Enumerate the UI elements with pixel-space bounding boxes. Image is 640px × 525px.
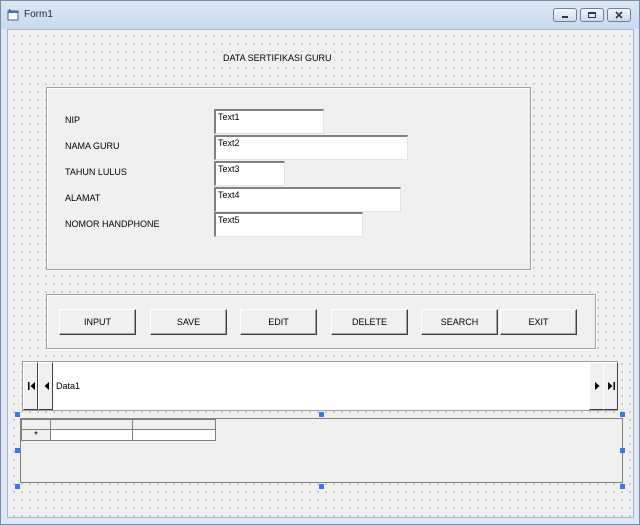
move-first-icon: [28, 382, 35, 390]
move-last-icon: [608, 382, 615, 390]
input-button[interactable]: INPUT: [59, 309, 136, 335]
label-nama-guru: NAMA GURU: [65, 141, 120, 151]
search-button[interactable]: SEARCH: [421, 309, 498, 335]
minimize-button[interactable]: [553, 8, 577, 22]
window-title: Form1: [24, 9, 53, 20]
close-button[interactable]: [607, 8, 631, 22]
form-design-surface: DATA SERTIFIKASI GURU NIP NAMA GURU TAHU…: [7, 29, 634, 518]
resize-handle[interactable]: [620, 484, 625, 489]
nama-guru-field[interactable]: Text2: [214, 135, 408, 160]
resize-handle[interactable]: [319, 412, 324, 417]
move-first-button[interactable]: [23, 362, 38, 410]
exit-button[interactable]: EXIT: [500, 309, 577, 335]
resize-handle[interactable]: [620, 448, 625, 453]
alamat-field[interactable]: Text4: [214, 187, 401, 212]
data-control: Data1: [22, 361, 618, 411]
close-icon: [615, 11, 623, 19]
label-nip: NIP: [65, 115, 81, 125]
form-window: Form1 DATA SERTIFIKASI GURU NIP NAMA GUR…: [0, 0, 640, 525]
save-button[interactable]: SAVE: [150, 309, 227, 335]
edit-button[interactable]: EDIT: [240, 309, 317, 335]
resize-handle[interactable]: [15, 412, 20, 417]
nomor-handphone-field[interactable]: Text5: [214, 212, 363, 237]
delete-button[interactable]: DELETE: [331, 309, 408, 335]
label-alamat: ALAMAT: [65, 193, 101, 203]
resize-handle[interactable]: [15, 448, 20, 453]
grid-cell[interactable]: [50, 429, 133, 441]
tahun-lulus-field[interactable]: Text3: [214, 161, 285, 186]
maximize-icon: [588, 12, 596, 18]
move-last-button[interactable]: [603, 362, 618, 410]
data-grid[interactable]: *: [20, 418, 623, 483]
move-next-button[interactable]: [589, 362, 604, 410]
new-row-marker: *: [21, 429, 51, 441]
label-nomor-handphone: NOMOR HANDPHONE: [65, 219, 160, 229]
resize-handle[interactable]: [319, 484, 324, 489]
form-app-icon: [7, 9, 19, 21]
move-previous-icon: [44, 382, 49, 390]
grid-cell[interactable]: [132, 429, 216, 441]
nip-field[interactable]: Text1: [214, 109, 324, 134]
move-previous-button[interactable]: [38, 362, 53, 410]
maximize-button[interactable]: [580, 8, 604, 22]
title-bar[interactable]: Form1: [1, 1, 639, 29]
resize-handle[interactable]: [620, 412, 625, 417]
form-caption: DATA SERTIFIKASI GURU: [221, 52, 334, 64]
minimize-icon: [562, 16, 568, 18]
data-control-caption: Data1: [56, 381, 81, 391]
resize-handle[interactable]: [15, 484, 20, 489]
move-next-icon: [595, 382, 600, 390]
label-tahun-lulus: TAHUN LULUS: [65, 167, 127, 177]
